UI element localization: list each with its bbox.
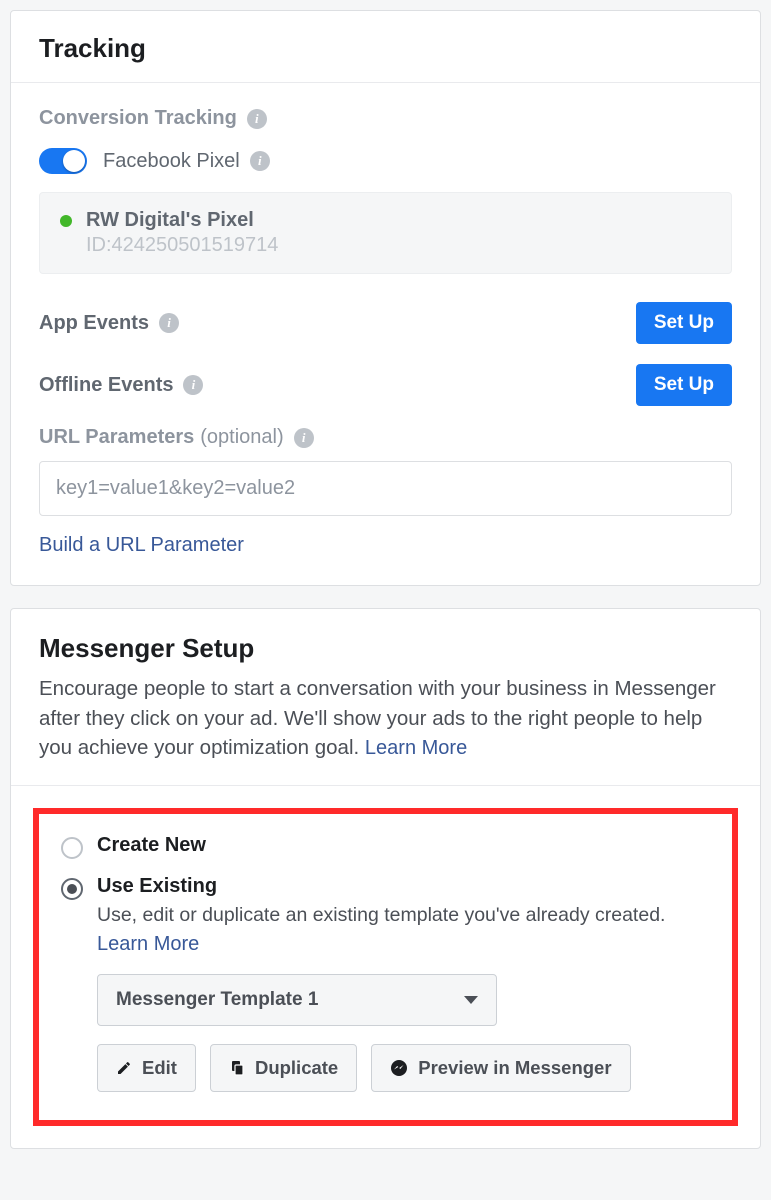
url-parameters-input[interactable] bbox=[39, 461, 732, 516]
app-events-label: App Events i bbox=[39, 312, 179, 335]
app-events-row: App Events i Set Up bbox=[39, 302, 732, 344]
use-existing-label: Use Existing bbox=[97, 875, 710, 898]
pixel-row: RW Digital's Pixel bbox=[60, 209, 711, 232]
messenger-icon bbox=[390, 1059, 408, 1077]
url-parameters-label: URL Parameters (optional) i bbox=[39, 426, 732, 449]
template-select-value: Messenger Template 1 bbox=[116, 989, 318, 1011]
offline-events-row: Offline Events i Set Up bbox=[39, 364, 732, 406]
info-icon[interactable]: i bbox=[294, 428, 314, 448]
tracking-title: Tracking bbox=[39, 33, 732, 64]
messenger-setup-card: Messenger Setup Encourage people to star… bbox=[10, 608, 761, 1149]
info-icon[interactable]: i bbox=[183, 375, 203, 395]
template-selection-highlight: Create New Use Existing Use, edit or dup… bbox=[33, 808, 738, 1126]
use-existing-radio[interactable] bbox=[61, 878, 83, 900]
create-new-radio[interactable] bbox=[61, 837, 83, 859]
pixel-box: RW Digital's Pixel ID:424250501519714 bbox=[39, 192, 732, 274]
preview-button[interactable]: Preview in Messenger bbox=[371, 1044, 630, 1092]
offline-events-setup-button[interactable]: Set Up bbox=[636, 364, 732, 406]
offline-events-label: Offline Events i bbox=[39, 374, 203, 397]
tracking-header: Tracking bbox=[11, 11, 760, 83]
info-icon[interactable]: i bbox=[250, 151, 270, 171]
template-select[interactable]: Messenger Template 1 bbox=[97, 974, 497, 1026]
conversion-tracking-label: Conversion Tracking i bbox=[39, 107, 732, 130]
info-icon[interactable]: i bbox=[247, 109, 267, 129]
duplicate-button[interactable]: Duplicate bbox=[210, 1044, 357, 1092]
edit-button[interactable]: Edit bbox=[97, 1044, 196, 1092]
messenger-header: Messenger Setup Encourage people to star… bbox=[11, 609, 760, 786]
use-existing-description: Use, edit or duplicate an existing templ… bbox=[97, 902, 710, 958]
messenger-description: Encourage people to start a conversation… bbox=[39, 674, 732, 763]
duplicate-icon bbox=[229, 1060, 245, 1076]
messenger-title: Messenger Setup bbox=[39, 633, 732, 664]
use-existing-radio-row[interactable]: Use Existing Use, edit or duplicate an e… bbox=[61, 875, 710, 958]
pixel-toggle-row: Facebook Pixel i bbox=[39, 148, 732, 174]
toggle-knob bbox=[63, 150, 85, 172]
messenger-learn-more-link[interactable]: Learn More bbox=[365, 737, 467, 759]
pencil-icon bbox=[116, 1060, 132, 1076]
build-url-parameter-link[interactable]: Build a URL Parameter bbox=[39, 534, 244, 556]
pixel-toggle[interactable] bbox=[39, 148, 87, 174]
use-existing-learn-more-link[interactable]: Learn More bbox=[97, 933, 199, 955]
chevron-down-icon bbox=[464, 996, 478, 1004]
tracking-body: Conversion Tracking i Facebook Pixel i R… bbox=[11, 83, 760, 585]
create-new-radio-row[interactable]: Create New bbox=[61, 834, 710, 859]
status-dot-icon bbox=[60, 215, 72, 227]
create-new-label: Create New bbox=[97, 834, 206, 857]
template-actions: Edit Duplicate Preview in Messenger bbox=[97, 1044, 710, 1092]
pixel-name: RW Digital's Pixel bbox=[86, 209, 254, 232]
pixel-id: ID:424250501519714 bbox=[86, 234, 711, 257]
info-icon[interactable]: i bbox=[159, 313, 179, 333]
tracking-card: Tracking Conversion Tracking i Facebook … bbox=[10, 10, 761, 586]
app-events-setup-button[interactable]: Set Up bbox=[636, 302, 732, 344]
pixel-toggle-label: Facebook Pixel i bbox=[103, 150, 270, 173]
